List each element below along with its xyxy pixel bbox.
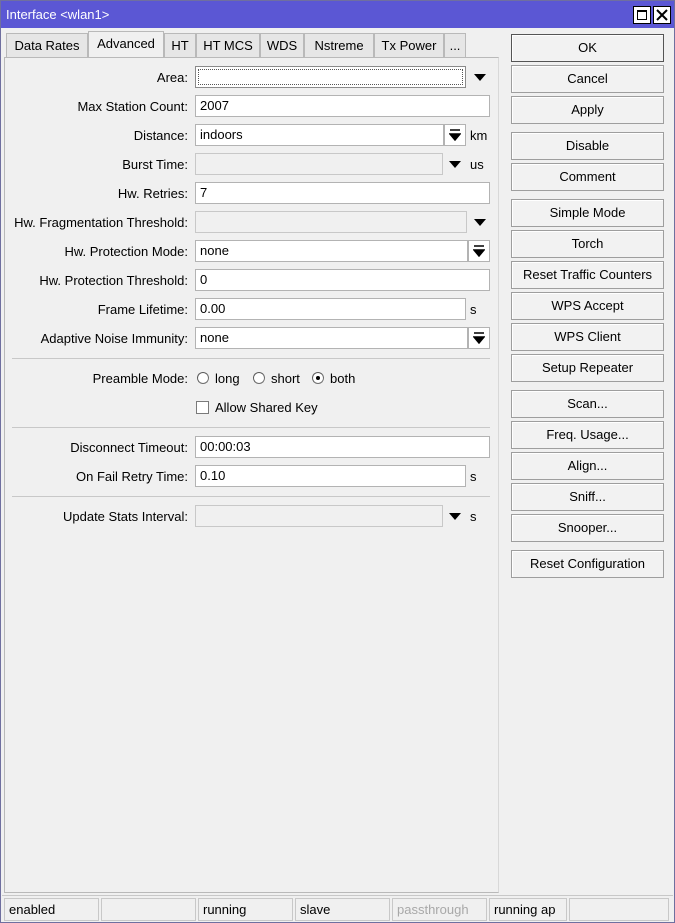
align-button[interactable]: Align... <box>511 452 664 480</box>
hw-retries-input[interactable]: 7 <box>195 182 490 204</box>
window-title: Interface <wlan1> <box>6 7 110 22</box>
hw-protection-mode-label: Hw. Protection Mode: <box>64 244 188 259</box>
preamble-short-label: short <box>271 371 300 386</box>
close-icon <box>656 9 668 21</box>
frame-lifetime-label: Frame Lifetime: <box>97 302 188 317</box>
area-select[interactable] <box>195 66 466 88</box>
burst-time-input[interactable] <box>195 153 443 175</box>
on-fail-retry-time-unit: s <box>470 469 477 484</box>
adaptive-noise-immunity-select[interactable]: none <box>195 327 468 349</box>
sniff-button[interactable]: Sniff... <box>511 483 664 511</box>
adaptive-noise-immunity-label: Adaptive Noise Immunity: <box>40 331 188 346</box>
distance-input[interactable]: indoors <box>195 124 444 146</box>
snooper-button[interactable]: Snooper... <box>511 514 664 542</box>
separator <box>12 496 490 497</box>
preamble-both-label: both <box>330 371 356 386</box>
status-empty <box>101 898 196 921</box>
hw-frag-threshold-input[interactable] <box>195 211 467 233</box>
status-running-ap: running ap <box>489 898 567 921</box>
torch-button[interactable]: Torch <box>511 230 664 258</box>
scan-button[interactable]: Scan... <box>511 390 664 418</box>
hw-retries-label: Hw. Retries: <box>117 186 188 201</box>
update-stats-interval-dropdown-icon[interactable] <box>449 513 461 520</box>
on-fail-retry-time-input[interactable]: 0.10 <box>195 465 466 487</box>
preamble-long-radio[interactable] <box>197 372 209 384</box>
maximize-button[interactable] <box>633 6 651 24</box>
hw-protection-threshold-input[interactable]: 0 <box>195 269 490 291</box>
interface-window: Interface <wlan1> Data Rates Advanced HT… <box>0 0 675 923</box>
update-stats-interval-label: Update Stats Interval: <box>62 509 188 524</box>
reset-configuration-button[interactable]: Reset Configuration <box>511 550 664 578</box>
allow-shared-key-checkbox[interactable] <box>196 401 209 414</box>
hw-frag-threshold-dropdown-icon[interactable] <box>474 219 486 226</box>
ok-button[interactable]: OK <box>511 34 664 62</box>
hw-protection-mode-dropdown-button[interactable] <box>468 240 490 262</box>
adaptive-noise-immunity-dropdown-button[interactable] <box>468 327 490 349</box>
preamble-mode-label: Preamble Mode: <box>92 371 188 386</box>
preamble-long-label: long <box>215 371 240 386</box>
distance-label: Distance: <box>133 128 188 143</box>
tab-nstreme[interactable]: Nstreme <box>304 33 374 57</box>
cancel-button[interactable]: Cancel <box>511 65 664 93</box>
distance-unit: km <box>470 128 488 143</box>
tab-advanced[interactable]: Advanced <box>88 31 164 58</box>
tab-tx-power[interactable]: Tx Power <box>374 33 444 57</box>
tab-ht[interactable]: HT <box>164 33 196 57</box>
tab-wds[interactable]: WDS <box>260 33 304 57</box>
freq-usage-button[interactable]: Freq. Usage... <box>511 421 664 449</box>
status-empty <box>569 898 669 921</box>
distance-dropdown-button[interactable] <box>444 124 466 146</box>
setup-repeater-button[interactable]: Setup Repeater <box>511 354 664 382</box>
preamble-short-radio[interactable] <box>253 372 265 384</box>
maximize-icon <box>637 10 647 20</box>
status-enabled: enabled <box>4 898 99 921</box>
burst-time-unit: us <box>470 157 484 172</box>
update-stats-interval-input[interactable] <box>195 505 443 527</box>
separator <box>12 358 490 359</box>
area-dropdown-icon[interactable] <box>474 74 486 81</box>
allow-shared-key-label: Allow Shared Key <box>215 400 318 415</box>
hw-protection-threshold-label: Hw. Protection Threshold: <box>39 273 188 288</box>
max-station-count-input[interactable]: 2007 <box>195 95 490 117</box>
update-stats-interval-unit: s <box>470 509 477 524</box>
arrow-down-icon <box>473 245 485 257</box>
reset-traffic-counters-button[interactable]: Reset Traffic Counters <box>511 261 664 289</box>
tab-ht-mcs[interactable]: HT MCS <box>196 33 260 57</box>
on-fail-retry-time-label: On Fail Retry Time: <box>76 469 188 484</box>
status-slave: slave <box>295 898 390 921</box>
status-passthrough: passthrough <box>392 898 487 921</box>
title-bar[interactable]: Interface <wlan1> <box>1 1 674 28</box>
disconnect-timeout-input[interactable]: 00:00:03 <box>195 436 490 458</box>
hw-protection-mode-select[interactable]: none <box>195 240 468 262</box>
arrow-down-icon <box>449 129 461 141</box>
simple-mode-button[interactable]: Simple Mode <box>511 199 664 227</box>
wps-client-button[interactable]: WPS Client <box>511 323 664 351</box>
disconnect-timeout-label: Disconnect Timeout: <box>70 440 188 455</box>
frame-lifetime-unit: s <box>470 302 477 317</box>
burst-time-label: Burst Time: <box>122 157 188 172</box>
tab-data-rates[interactable]: Data Rates <box>6 33 88 57</box>
separator <box>12 427 490 428</box>
close-button[interactable] <box>653 6 671 24</box>
tab-more[interactable]: ... <box>444 33 466 57</box>
apply-button[interactable]: Apply <box>511 96 664 124</box>
disable-button[interactable]: Disable <box>511 132 664 160</box>
burst-time-dropdown-icon[interactable] <box>449 161 461 168</box>
status-running: running <box>198 898 293 921</box>
preamble-both-radio[interactable] <box>312 372 324 384</box>
status-bar: enabled running slave passthrough runnin… <box>2 895 673 922</box>
max-station-count-label: Max Station Count: <box>77 99 188 114</box>
arrow-down-icon <box>473 332 485 344</box>
hw-frag-threshold-label: Hw. Fragmentation Threshold: <box>14 215 188 230</box>
frame-lifetime-input[interactable]: 0.00 <box>195 298 466 320</box>
area-label: Area: <box>156 70 188 85</box>
comment-button[interactable]: Comment <box>511 163 664 191</box>
wps-accept-button[interactable]: WPS Accept <box>511 292 664 320</box>
